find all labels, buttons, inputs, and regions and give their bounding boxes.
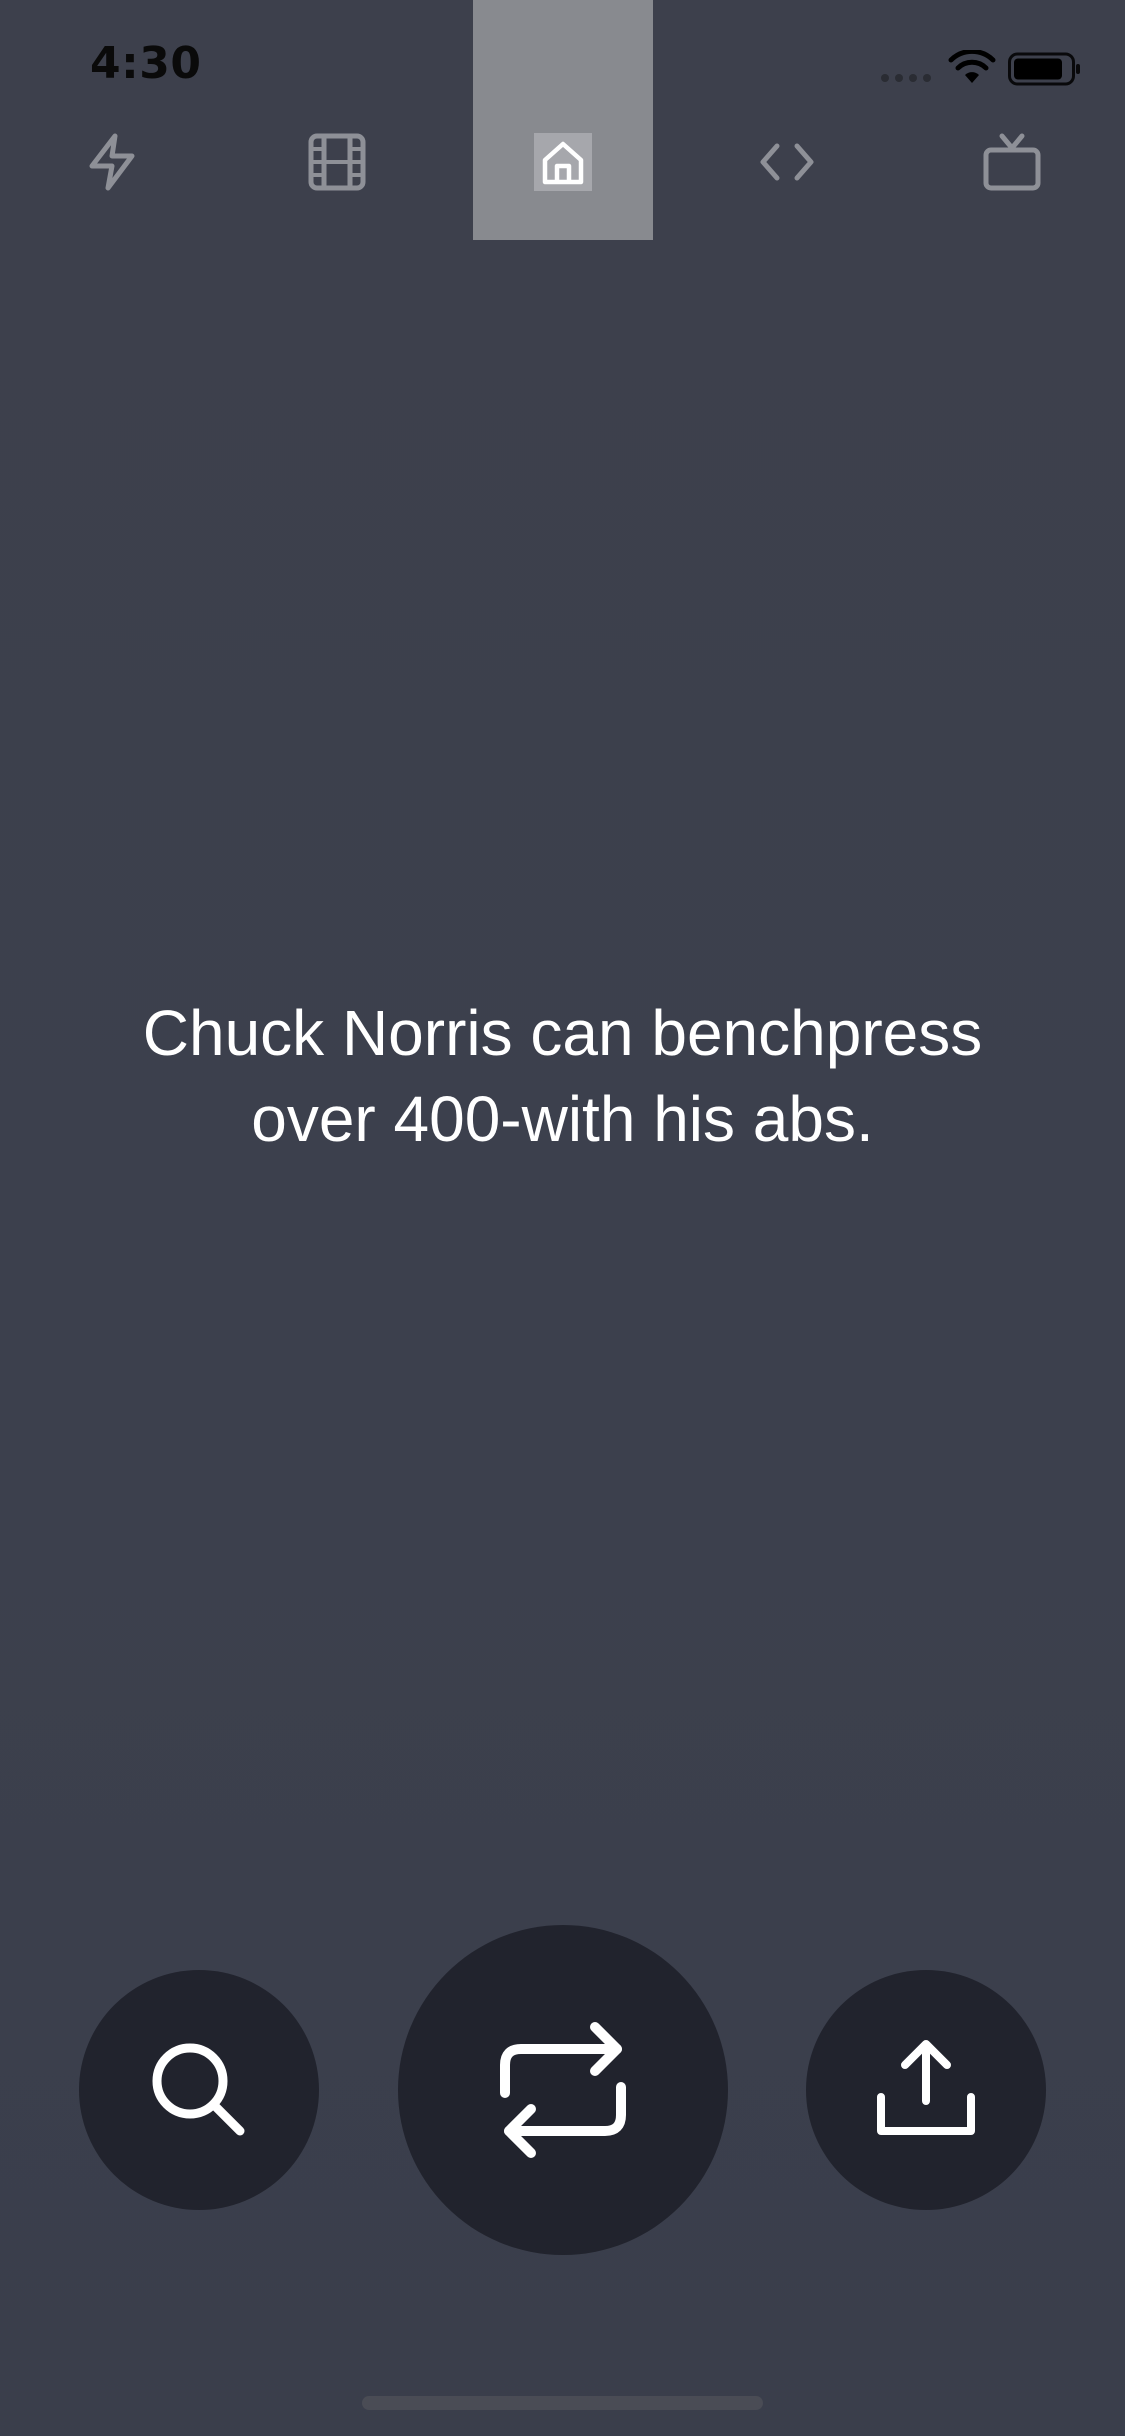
home-icon (542, 141, 584, 185)
tab-bolt[interactable] (72, 122, 152, 202)
tab-tv[interactable] (972, 122, 1052, 202)
joke-line-2: over 400-with his abs. (251, 1083, 874, 1155)
app-screen: 4:30 Chuck Norris can benchpress over 40… (0, 0, 1125, 2436)
status-time: 4:30 (90, 38, 202, 89)
battery-icon (1008, 52, 1080, 86)
home-icon-box (534, 133, 592, 191)
home-indicator[interactable] (362, 2396, 763, 2410)
search-button[interactable] (79, 1970, 319, 2210)
signal-dots-icon (881, 74, 931, 82)
share-button[interactable] (806, 1970, 1046, 2210)
code-icon (760, 143, 814, 181)
top-tab-bar (0, 0, 1125, 240)
refresh-button[interactable] (398, 1925, 728, 2255)
selected-tab-highlight (473, 0, 653, 240)
wifi-icon (948, 50, 996, 83)
bolt-icon (89, 133, 135, 191)
share-icon (877, 2040, 975, 2135)
repeat-icon (500, 2022, 626, 2158)
tab-film[interactable] (297, 122, 377, 202)
search-icon (152, 2043, 245, 2136)
film-icon (308, 133, 366, 191)
tab-home[interactable] (523, 122, 603, 202)
joke-text: Chuck Norris can benchpress over 400-wit… (60, 990, 1065, 1162)
tv-icon (983, 133, 1041, 191)
tab-code[interactable] (747, 122, 827, 202)
joke-line-1: Chuck Norris can benchpress (142, 997, 983, 1069)
